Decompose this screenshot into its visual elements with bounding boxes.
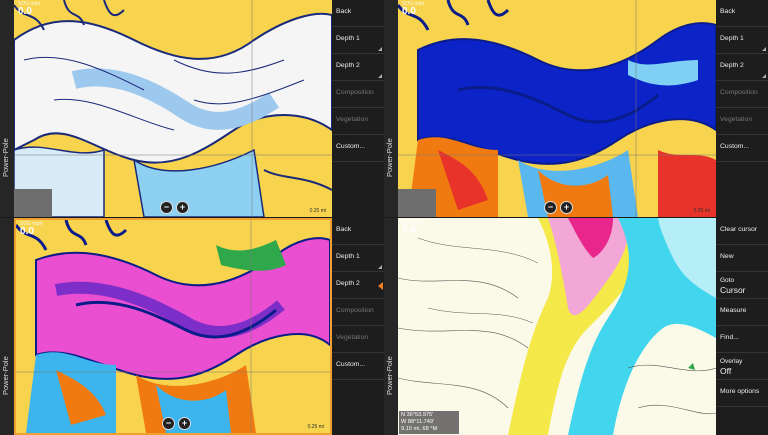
- menu-depth-1[interactable]: Depth 1: [332, 245, 384, 272]
- map-view-depth-shading-1[interactable]: SOG mph 0.0 − + 0.25 mi: [398, 0, 716, 217]
- chart-panel-bottom-right: Power-Pole SOG mph 0.0 N 36°53.975' W 88…: [384, 218, 768, 435]
- menu-depth-1[interactable]: Depth 1: [332, 27, 384, 54]
- menu-vegetation[interactable]: Vegetation: [332, 108, 384, 135]
- zoom-controls: − +: [162, 417, 191, 430]
- menu-vegetation[interactable]: Vegetation: [332, 326, 384, 353]
- menu-depth-2-label: Depth 2: [336, 62, 360, 69]
- contour-map-graphic: [14, 0, 332, 217]
- zoom-in-button[interactable]: +: [560, 201, 573, 214]
- side-menu: Back Depth 1 Depth 2 Composition Vegetat…: [716, 0, 768, 217]
- depth-map-graphic: [16, 220, 330, 433]
- scale-label: 0.25 mi: [309, 208, 326, 214]
- speed-value: 0.0: [402, 6, 416, 17]
- map-view-bw-contours[interactable]: SOG mph 0.0 − + 0.25 mi: [14, 0, 332, 217]
- menu-more-options[interactable]: More options: [716, 380, 768, 407]
- inset-box: [14, 189, 52, 217]
- menu-custom[interactable]: Custom...: [332, 135, 384, 162]
- zoomed-contour-graphic: [398, 218, 716, 435]
- goto-value: Cursor: [720, 285, 746, 295]
- power-pole-label[interactable]: Power-Pole: [385, 341, 397, 411]
- menu-custom[interactable]: Custom...: [716, 135, 768, 162]
- power-pole-label[interactable]: Power-Pole: [1, 123, 13, 193]
- menu-depth-2-label: Depth 2: [336, 280, 360, 287]
- submenu-indicator-icon: [378, 74, 382, 78]
- speed-unit: SOG mph: [402, 219, 425, 225]
- menu-custom[interactable]: Custom...: [332, 353, 384, 380]
- goto-label: Goto: [720, 277, 735, 284]
- side-menu: Clear cursor New Goto Cursor Measure Fin…: [716, 218, 768, 435]
- menu-depth-1[interactable]: Depth 1: [716, 27, 768, 54]
- menu-composition[interactable]: Composition: [332, 299, 384, 326]
- power-pole-label[interactable]: Power-Pole: [385, 123, 397, 193]
- overlay-value: Off: [720, 366, 732, 376]
- menu-depth-2[interactable]: Depth 2: [716, 54, 768, 81]
- zoom-in-button[interactable]: +: [176, 201, 189, 214]
- sidebar-strip: Power-Pole: [0, 218, 14, 435]
- scale-label: 0.25 mi: [693, 208, 710, 214]
- menu-clear-cursor[interactable]: Clear cursor: [716, 218, 768, 245]
- speed-value: 0.0: [402, 224, 416, 235]
- speed-readout: SOG mph 0.0: [20, 222, 42, 237]
- menu-find[interactable]: Find...: [716, 326, 768, 353]
- speed-readout: SOG mph 0.0: [402, 220, 424, 235]
- zoom-controls: − +: [160, 201, 189, 214]
- depth-map-graphic: [398, 0, 716, 217]
- menu-depth-1-label: Depth 1: [336, 253, 360, 260]
- menu-depth-1-label: Depth 1: [720, 35, 744, 42]
- menu-composition[interactable]: Composition: [716, 81, 768, 108]
- menu-depth-2[interactable]: Depth 2: [332, 272, 384, 299]
- speed-unit: SOG mph: [18, 1, 41, 7]
- menu-goto[interactable]: Goto Cursor: [716, 272, 768, 299]
- sidebar-strip: Power-Pole: [384, 218, 398, 435]
- inset-box: [398, 189, 436, 217]
- power-pole-label[interactable]: Power-Pole: [1, 341, 13, 411]
- sidebar-strip: Power-Pole: [0, 0, 14, 217]
- menu-overlay[interactable]: Overlay Off: [716, 353, 768, 380]
- overlay-label: Overlay: [720, 358, 743, 365]
- map-view-depth-shading-2[interactable]: SOG mph 0.0 − + 0.25 mi: [14, 218, 332, 435]
- chart-panel-bottom-left: Power-Pole SOG mph 0.0 − + 0.25 mi Back: [0, 218, 384, 435]
- menu-back[interactable]: Back: [716, 0, 768, 27]
- speed-value: 0.0: [18, 6, 32, 17]
- latitude-value: N 36°53.975': [401, 412, 434, 419]
- speed-readout: SOG mph 0.0: [402, 2, 424, 17]
- map-view-zoomed-contours[interactable]: SOG mph 0.0 N 36°53.975' W 88°11.749' 9.…: [398, 218, 716, 435]
- distance-bearing-value: 9.10 mi, 68 °M: [401, 426, 438, 433]
- sidebar-strip: Power-Pole: [384, 0, 398, 217]
- longitude-value: W 88°11.749': [401, 419, 435, 426]
- speed-value: 0.0: [20, 226, 34, 237]
- side-menu: Back Depth 1 Depth 2 Composition Vegetat…: [332, 218, 384, 435]
- chart-panel-top-left: Power-Pole SOG mph 0.0 − + 0.25 mi Back …: [0, 0, 384, 217]
- menu-depth-2-label: Depth 2: [720, 62, 744, 69]
- menu-back[interactable]: Back: [332, 0, 384, 27]
- speed-unit: SOG mph: [402, 1, 425, 7]
- submenu-indicator-icon: [378, 265, 382, 269]
- menu-vegetation[interactable]: Vegetation: [716, 108, 768, 135]
- speed-readout: SOG mph 0.0: [18, 2, 40, 17]
- menu-new[interactable]: New: [716, 245, 768, 272]
- side-menu: Back Depth 1 Depth 2 Composition Vegetat…: [332, 0, 384, 217]
- menu-depth-1-label: Depth 1: [336, 35, 360, 42]
- submenu-indicator-icon: [762, 74, 766, 78]
- zoom-controls: − +: [544, 201, 573, 214]
- menu-depth-2[interactable]: Depth 2: [332, 54, 384, 81]
- chart-panel-top-right: Power-Pole SOG mph 0.0 − + 0.25 mi Back …: [384, 0, 768, 217]
- speed-unit: SOG mph: [20, 221, 43, 227]
- cursor-coordinates: N 36°53.975' W 88°11.749' 9.10 mi, 68 °M: [399, 411, 459, 434]
- zoom-in-button[interactable]: +: [178, 417, 191, 430]
- menu-composition[interactable]: Composition: [332, 81, 384, 108]
- submenu-indicator-icon: [378, 47, 382, 51]
- submenu-indicator-icon: [762, 47, 766, 51]
- zoom-out-button[interactable]: −: [544, 201, 557, 214]
- zoom-out-button[interactable]: −: [162, 417, 175, 430]
- menu-measure[interactable]: Measure: [716, 299, 768, 326]
- scale-label: 0.25 mi: [307, 424, 324, 430]
- menu-back[interactable]: Back: [332, 218, 384, 245]
- zoom-out-button[interactable]: −: [160, 201, 173, 214]
